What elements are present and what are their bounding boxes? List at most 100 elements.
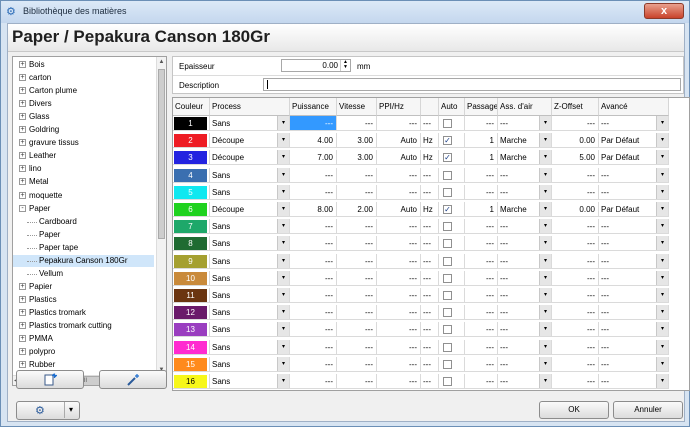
column-header[interactable] bbox=[421, 98, 439, 116]
speed-cell[interactable]: --- bbox=[337, 116, 377, 131]
ppi-cell[interactable]: --- bbox=[377, 270, 421, 286]
color-cell[interactable]: 8 bbox=[173, 236, 210, 252]
dropdown-arrow-icon[interactable]: ▾ bbox=[277, 356, 289, 371]
description-value[interactable] bbox=[267, 80, 268, 89]
advanced-select[interactable]: --- ▾ bbox=[599, 219, 669, 235]
tree-item[interactable]: + Glass bbox=[13, 111, 154, 123]
color-cell[interactable]: 4 bbox=[173, 167, 210, 183]
auto-checkbox[interactable]: ✓ bbox=[443, 136, 452, 146]
process-select[interactable]: Sans ▾ bbox=[210, 374, 290, 389]
process-select[interactable]: Découpe ▾ bbox=[210, 133, 290, 149]
advanced-select[interactable]: --- ▾ bbox=[599, 236, 669, 252]
tree-item[interactable]: + Divers bbox=[13, 98, 154, 110]
expand-icon[interactable]: + bbox=[19, 113, 26, 121]
speed-cell[interactable]: --- bbox=[337, 184, 377, 200]
dropdown-arrow-icon[interactable]: ▾ bbox=[656, 184, 668, 199]
dropdown-arrow-icon[interactable]: ▾ bbox=[539, 322, 551, 337]
advanced-select[interactable]: --- ▾ bbox=[599, 288, 669, 303]
color-cell[interactable]: 10 bbox=[173, 270, 210, 286]
z-offset-cell[interactable]: --- bbox=[552, 253, 599, 269]
z-offset-cell[interactable]: --- bbox=[552, 322, 599, 338]
dropdown-arrow-icon[interactable]: ▾ bbox=[277, 236, 289, 251]
ok-button[interactable]: OK bbox=[539, 401, 609, 419]
ppi-cell[interactable]: Auto bbox=[377, 202, 421, 217]
speed-cell[interactable]: --- bbox=[337, 253, 377, 269]
color-swatch[interactable]: 16 bbox=[174, 375, 207, 388]
color-swatch[interactable]: 13 bbox=[174, 323, 207, 337]
dropdown-arrow-icon[interactable]: ▾ bbox=[277, 270, 289, 285]
passes-cell[interactable]: --- bbox=[465, 219, 498, 235]
expand-icon[interactable]: + bbox=[19, 335, 26, 343]
passes-cell[interactable]: 1 bbox=[465, 202, 498, 217]
z-offset-cell[interactable]: --- bbox=[552, 219, 599, 235]
dropdown-arrow-icon[interactable]: ▾ bbox=[539, 356, 551, 371]
auto-checkbox[interactable] bbox=[443, 308, 452, 318]
ppi-cell[interactable]: --- bbox=[377, 356, 421, 372]
cancel-button[interactable]: Annuler bbox=[613, 401, 683, 419]
tree-vertical-scrollbar[interactable]: ▲ ▼ bbox=[156, 57, 166, 375]
process-select[interactable]: Découpe ▾ bbox=[210, 150, 290, 166]
tree-item[interactable]: - Paper bbox=[13, 203, 154, 215]
speed-cell[interactable]: --- bbox=[337, 219, 377, 235]
passes-cell[interactable]: --- bbox=[465, 167, 498, 183]
advanced-select[interactable]: --- ▾ bbox=[599, 322, 669, 338]
process-select[interactable]: Sans ▾ bbox=[210, 184, 290, 200]
tree-item[interactable]: + Leather bbox=[13, 150, 154, 162]
unit-cell[interactable]: --- bbox=[421, 184, 439, 200]
dropdown-arrow-icon[interactable]: ▾ bbox=[539, 184, 551, 199]
color-swatch[interactable]: 8 bbox=[174, 237, 207, 251]
unit-cell[interactable]: --- bbox=[421, 167, 439, 183]
air-assist-select[interactable]: --- ▾ bbox=[498, 219, 552, 235]
color-cell[interactable]: 14 bbox=[173, 339, 210, 355]
process-select[interactable]: Sans ▾ bbox=[210, 270, 290, 286]
color-cell[interactable]: 13 bbox=[173, 322, 210, 338]
process-select[interactable]: Sans ▾ bbox=[210, 219, 290, 235]
passes-cell[interactable]: --- bbox=[465, 339, 498, 355]
unit-cell[interactable]: --- bbox=[421, 116, 439, 131]
collapse-icon[interactable]: - bbox=[19, 204, 26, 212]
expand-icon[interactable]: + bbox=[19, 295, 26, 303]
unit-cell[interactable]: --- bbox=[421, 288, 439, 303]
tree-item[interactable]: + gravure tissus bbox=[13, 137, 154, 149]
process-select[interactable]: Sans ▾ bbox=[210, 236, 290, 252]
expand-icon[interactable]: + bbox=[19, 139, 26, 147]
speed-cell[interactable]: --- bbox=[337, 236, 377, 252]
ppi-cell[interactable]: --- bbox=[377, 305, 421, 321]
air-assist-select[interactable]: --- ▾ bbox=[498, 288, 552, 303]
auto-checkbox[interactable] bbox=[443, 342, 452, 352]
passes-cell[interactable]: --- bbox=[465, 116, 498, 131]
process-select[interactable]: Sans ▾ bbox=[210, 116, 290, 131]
expand-icon[interactable]: + bbox=[19, 178, 26, 186]
expand-icon[interactable]: + bbox=[19, 322, 26, 329]
power-cell[interactable]: --- bbox=[290, 374, 337, 389]
dropdown-arrow-icon[interactable]: ▾ bbox=[656, 150, 668, 165]
z-offset-cell[interactable]: --- bbox=[552, 270, 599, 286]
ppi-cell[interactable]: --- bbox=[377, 322, 421, 338]
color-swatch[interactable]: 1 bbox=[174, 117, 207, 130]
passes-cell[interactable]: --- bbox=[465, 270, 498, 286]
power-cell[interactable]: --- bbox=[290, 270, 337, 286]
column-header[interactable]: Vitesse bbox=[337, 98, 377, 116]
ppi-cell[interactable]: --- bbox=[377, 236, 421, 252]
tree-item[interactable]: + lino bbox=[13, 163, 154, 175]
passes-cell[interactable]: --- bbox=[465, 288, 498, 303]
z-offset-cell[interactable]: 5.00 bbox=[552, 150, 599, 166]
auto-checkbox[interactable] bbox=[443, 291, 452, 300]
speed-cell[interactable]: --- bbox=[337, 270, 377, 286]
color-swatch[interactable]: 11 bbox=[174, 289, 207, 302]
passes-cell[interactable]: --- bbox=[465, 322, 498, 338]
dropdown-arrow-icon[interactable]: ▾ bbox=[277, 305, 289, 320]
description-input[interactable] bbox=[263, 78, 681, 91]
dropdown-arrow-icon[interactable]: ▾ bbox=[539, 236, 551, 251]
expand-icon[interactable]: + bbox=[19, 308, 26, 316]
column-header[interactable]: Process bbox=[210, 98, 290, 116]
z-offset-cell[interactable]: 0.00 bbox=[552, 202, 599, 217]
color-cell[interactable]: 15 bbox=[173, 356, 210, 372]
advanced-select[interactable]: Par Défaut ▾ bbox=[599, 202, 669, 217]
tree-item[interactable]: + Metal bbox=[13, 176, 154, 188]
tree-item[interactable]: + Goldring bbox=[13, 124, 154, 136]
color-swatch[interactable]: 10 bbox=[174, 271, 207, 285]
ppi-cell[interactable]: --- bbox=[377, 219, 421, 235]
air-assist-select[interactable]: --- ▾ bbox=[498, 253, 552, 269]
expand-icon[interactable]: + bbox=[19, 61, 26, 68]
